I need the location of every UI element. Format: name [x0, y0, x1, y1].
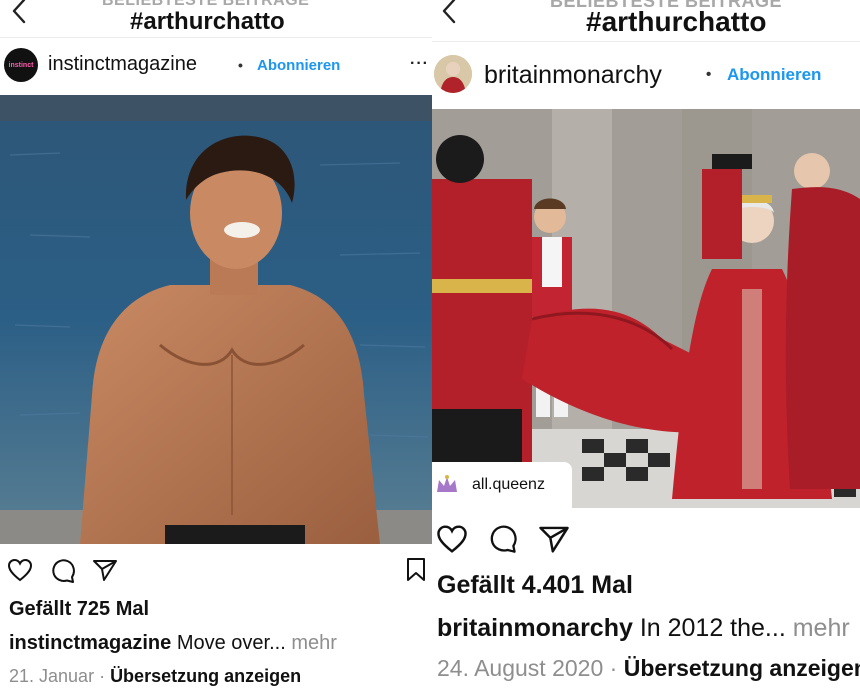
back-button[interactable] — [440, 0, 458, 28]
meta-separator: · — [603, 655, 624, 681]
avatar-photo — [434, 55, 472, 93]
post-caption: britainmonarchy In 2012 the... mehr — [437, 614, 850, 643]
post-caption: instinctmagazine Move over... mehr — [9, 632, 337, 655]
post-panel-left: BELIEBTESTE BEITRÄGE #arthurchatto insti… — [0, 0, 432, 688]
crown-icon — [437, 475, 457, 492]
like-count[interactable]: Gefällt 725 Mal — [9, 598, 149, 621]
avatar[interactable]: instinct — [4, 48, 38, 82]
caption-more-link[interactable]: mehr — [786, 614, 850, 642]
avatar-logo-text: instinct — [8, 61, 34, 69]
comment-button[interactable] — [488, 524, 518, 559]
separator-dot: • — [238, 57, 243, 73]
caption-text: Move over... — [171, 632, 286, 654]
tagged-user-chip[interactable]: all.queenz — [432, 462, 572, 508]
comment-icon — [490, 525, 517, 553]
caption-username[interactable]: britainmonarchy — [437, 614, 633, 642]
translation-link[interactable]: Übersetzung anzeigen — [110, 666, 301, 686]
page-title: #arthurchatto — [130, 8, 285, 35]
follow-button[interactable]: Abonnieren — [727, 65, 821, 85]
more-options-button[interactable]: ··· — [410, 55, 429, 73]
post-photo-royal-ceremony — [432, 109, 860, 508]
follow-button[interactable]: Abonnieren — [257, 57, 340, 74]
like-button[interactable] — [7, 558, 33, 587]
heart-icon — [437, 525, 467, 553]
share-icon — [93, 560, 117, 581]
post-username[interactable]: instinctmagazine — [48, 53, 197, 76]
caption-text: In 2012 the... — [632, 614, 786, 642]
caption-username[interactable]: instinctmagazine — [9, 632, 171, 654]
post-date: 24. August 2020 — [437, 655, 604, 681]
tagged-username: all.queenz — [472, 476, 545, 493]
like-button[interactable] — [436, 524, 468, 559]
save-button[interactable] — [405, 557, 427, 588]
chevron-left-icon — [442, 0, 456, 24]
post-meta: 21. Januar · Übersetzung anzeigen — [9, 666, 301, 687]
back-button[interactable] — [10, 0, 28, 30]
share-button[interactable] — [92, 558, 118, 587]
share-icon — [539, 526, 569, 553]
post-panel-right: BELIEBTESTE BEITRÄGE #arthurchatto brita… — [432, 0, 860, 688]
meta-separator: · — [94, 666, 111, 686]
post-image[interactable] — [432, 109, 860, 508]
post-image[interactable] — [0, 95, 432, 544]
like-count[interactable]: Gefällt 4.401 Mal — [437, 571, 633, 600]
comment-icon — [52, 559, 75, 583]
chevron-left-icon — [12, 0, 26, 24]
share-button[interactable] — [538, 524, 570, 559]
post-photo-shirtless-man — [0, 95, 432, 544]
translation-link[interactable]: Übersetzung anzeigen — [624, 655, 860, 681]
comment-button[interactable] — [50, 558, 76, 589]
top-bar: BELIEBTESTE BEITRÄGE #arthurchatto — [432, 0, 860, 42]
post-meta: 24. August 2020 · Übersetzung anzeigen — [437, 655, 860, 682]
bookmark-icon — [407, 558, 425, 581]
separator-dot: • — [706, 66, 712, 83]
caption-more-link[interactable]: mehr — [286, 632, 337, 654]
page-title: #arthurchatto — [586, 6, 767, 37]
heart-icon — [7, 558, 33, 582]
post-username[interactable]: britainmonarchy — [484, 61, 662, 90]
post-date: 21. Januar — [9, 666, 95, 686]
top-bar: BELIEBTESTE BEITRÄGE #arthurchatto — [0, 0, 432, 38]
avatar[interactable] — [434, 55, 472, 93]
